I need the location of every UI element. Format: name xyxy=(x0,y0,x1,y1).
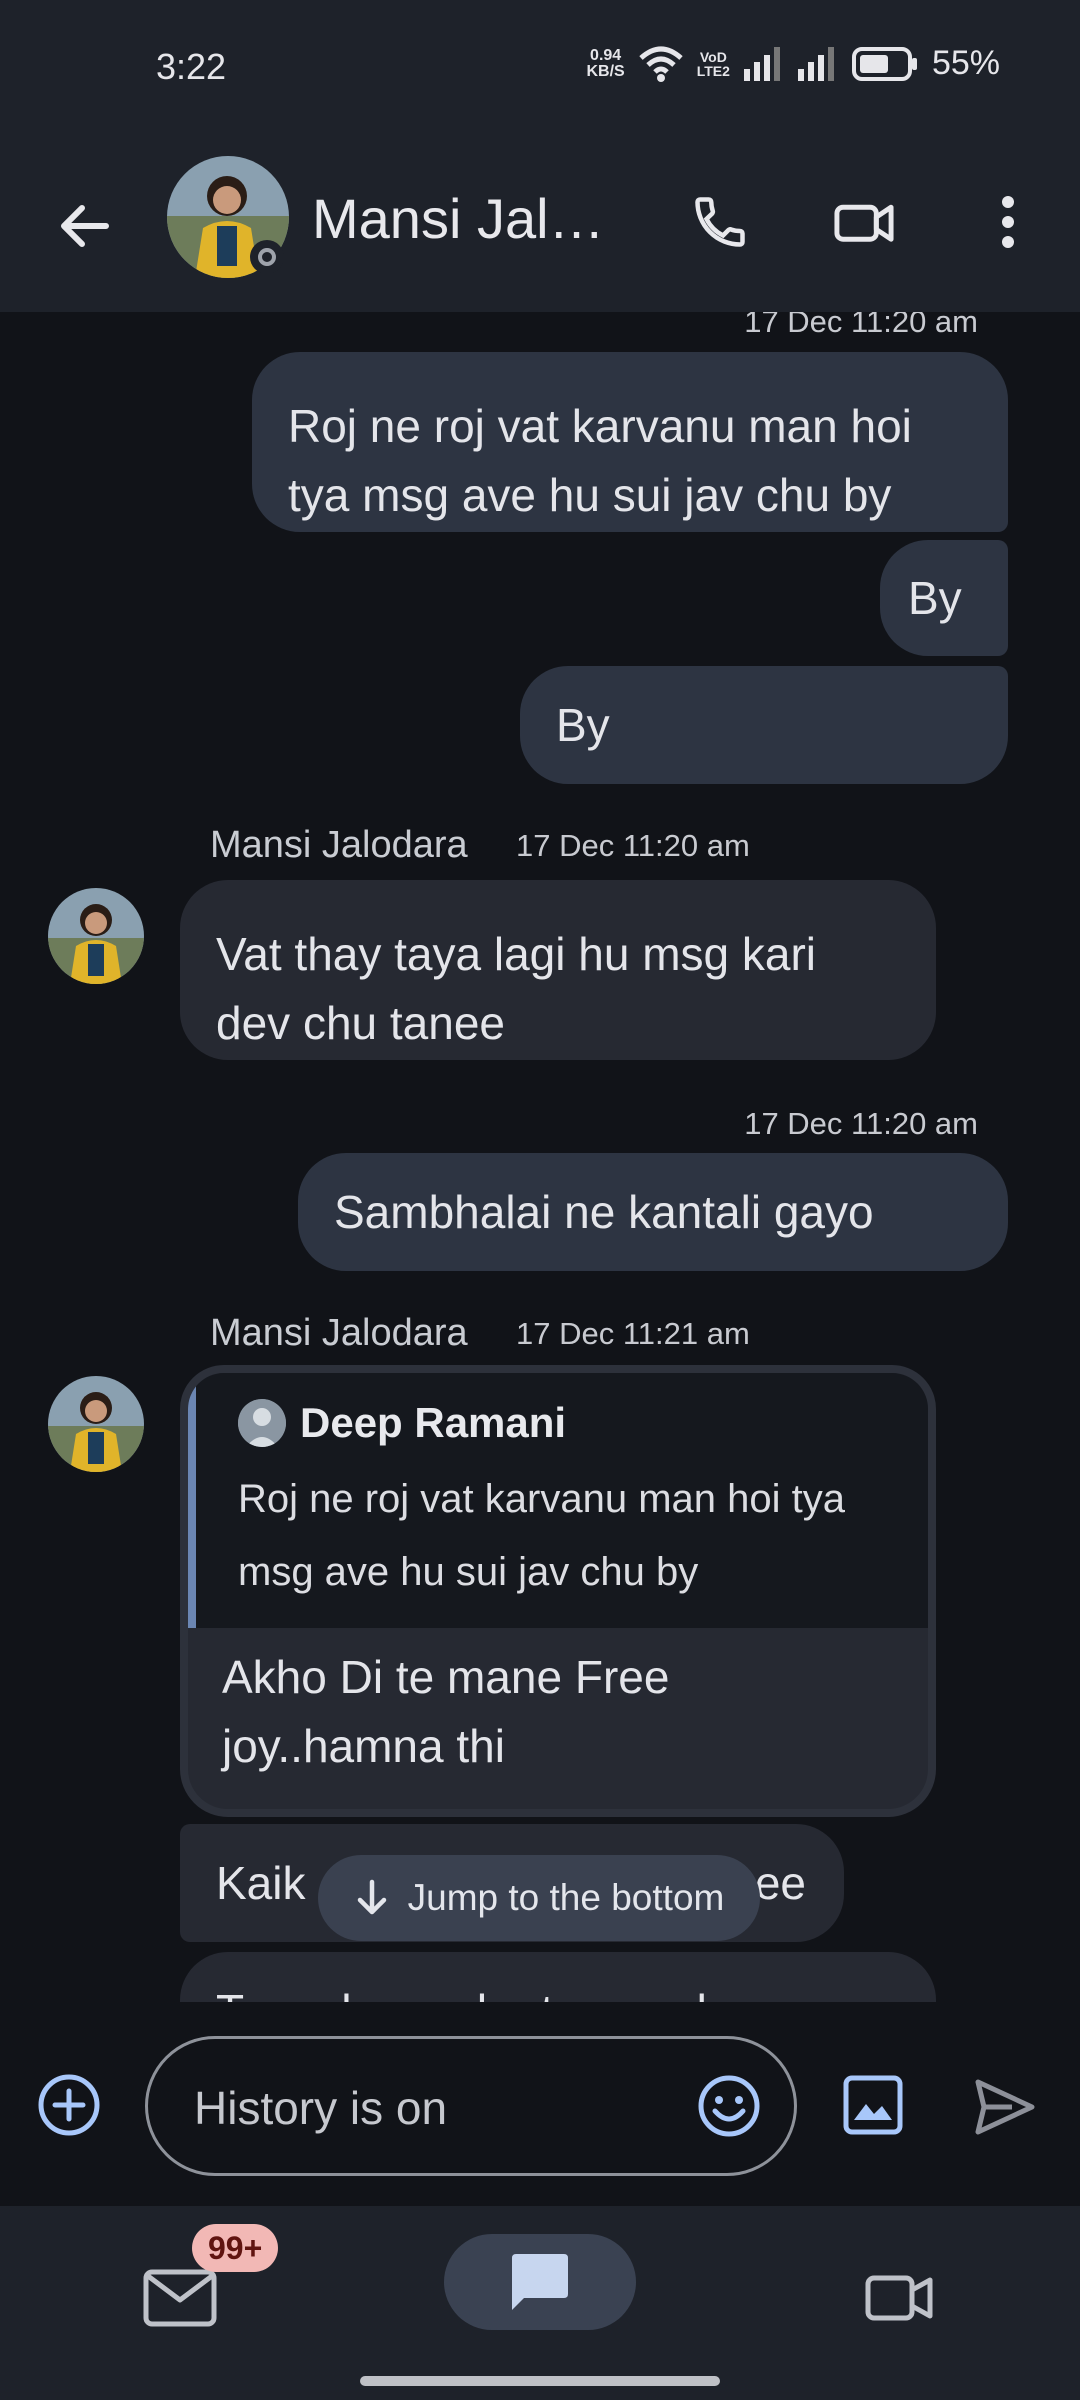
incoming-message[interactable]: Vat thay taya lagi hu msg kari dev chu t… xyxy=(180,880,936,1060)
outgoing-message[interactable]: Roj ne roj vat karvanu man hoi tya msg a… xyxy=(252,352,1008,532)
sender-avatar[interactable] xyxy=(48,888,144,984)
quoted-author-name: Deep Ramani xyxy=(300,1399,567,1446)
sender-name: Mansi Jalodara xyxy=(210,1312,468,1354)
quoted-message[interactable]: Deep Ramani Roj ne roj vat karvanu man h… xyxy=(188,1373,928,1628)
signal-icon-2 xyxy=(797,46,834,81)
chat-tab[interactable] xyxy=(444,2234,636,2330)
message-input[interactable] xyxy=(192,2073,676,2143)
outgoing-message[interactable]: By xyxy=(520,666,1008,784)
quoted-text: Roj ne roj vat karvanu man hoi tya msg a… xyxy=(238,1477,845,1594)
home-indicator[interactable] xyxy=(360,2376,720,2386)
more-options-button[interactable] xyxy=(972,186,1044,258)
incoming-message[interactable]: Tame hovo cho tamare kam na xyxy=(180,1952,936,2002)
sender-name: Mansi Jalodara xyxy=(210,824,468,866)
meet-video-icon[interactable] xyxy=(862,2258,938,2334)
battery-icon xyxy=(851,46,917,81)
quoted-author-avatar xyxy=(238,1399,286,1447)
wifi-icon xyxy=(639,46,683,82)
compose-bar xyxy=(0,2002,1080,2206)
message-timestamp: 17 Dec 11:20 am xyxy=(744,1106,978,1141)
unread-mail-badge: 99+ xyxy=(192,2224,279,2272)
video-camera-icon xyxy=(834,204,894,242)
sender-avatar[interactable] xyxy=(48,1376,144,1472)
back-arrow-icon[interactable] xyxy=(52,194,116,258)
signal-icon xyxy=(743,46,780,81)
conversation-header: Mansi Jalodara xyxy=(0,140,1080,312)
network-speed: 0.94 KB/S xyxy=(586,46,625,80)
status-time: 3:22 xyxy=(156,46,227,87)
more-vertical-icon xyxy=(1002,196,1014,248)
contact-name[interactable]: Mansi Jalodara xyxy=(312,186,632,251)
message-timestamp: 17 Dec 11:20 am xyxy=(516,828,750,863)
arrow-down-icon xyxy=(357,1879,386,1915)
message-list[interactable]: 17 Dec 11:20 am Roj ne roj vat karvanu m… xyxy=(0,312,1080,2002)
reply-text: Akho Di te mane Free joy..hamna thi xyxy=(222,1651,670,1772)
image-icon[interactable] xyxy=(840,2072,906,2138)
phone-call-button[interactable] xyxy=(684,186,756,258)
jump-label: Jump to the bottom xyxy=(407,1877,725,1918)
send-icon[interactable] xyxy=(972,2074,1038,2140)
jump-to-bottom-button[interactable]: Jump to the bottom xyxy=(318,1855,760,1941)
chat-bubble-icon xyxy=(512,2254,568,2310)
video-call-button[interactable] xyxy=(828,186,900,258)
reply-message[interactable]: Deep Ramani Roj ne roj vat karvanu man h… xyxy=(180,1365,936,1817)
bottom-navigation: 99+ xyxy=(0,2206,1080,2400)
message-timestamp: 17 Dec 11:21 am xyxy=(516,1316,750,1351)
outgoing-message[interactable]: Sambhalai ne kantali gayo xyxy=(298,1153,1008,1271)
outgoing-message[interactable]: By xyxy=(880,540,1008,656)
mail-icon[interactable] xyxy=(142,2266,218,2330)
phone-icon xyxy=(695,197,745,247)
message-input-container[interactable] xyxy=(145,2036,797,2176)
status-icons: 0.94 KB/S VoD LTE2 55% xyxy=(587,44,1001,83)
message-timestamp: 17 Dec 11:20 am xyxy=(744,312,978,339)
presence-indicator xyxy=(250,240,284,274)
status-bar: 3:22 0.94 KB/S VoD LTE2 55% xyxy=(0,0,1080,140)
add-attachment-icon[interactable] xyxy=(36,2072,102,2138)
battery-percent: 55% xyxy=(931,44,1000,82)
emoji-icon[interactable] xyxy=(696,2073,762,2139)
volte-indicator: VoD LTE2 xyxy=(696,48,730,79)
